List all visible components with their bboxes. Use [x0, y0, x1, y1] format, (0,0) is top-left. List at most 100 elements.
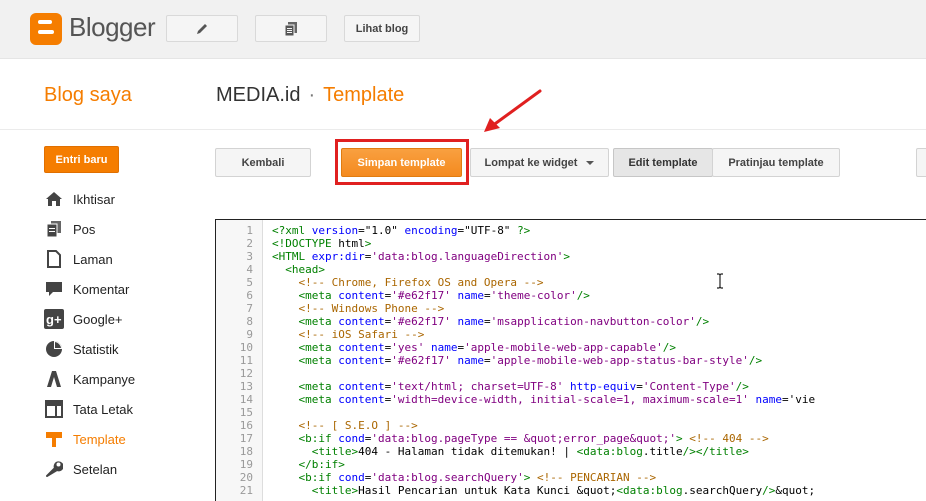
page-title: Template [323, 84, 405, 106]
sidebar-item-label: Ikhtisar [73, 191, 115, 207]
campaign-icon [44, 369, 64, 389]
code-text: <!-- [ S.E.O ] --> [298, 419, 418, 432]
line-number: 15 [239, 406, 253, 419]
code-line[interactable]: 21 <title>Hasil Pencarian untuk Kata Kun… [216, 484, 916, 497]
code-line[interactable]: 11 <meta content='#e62f17' name='apple-m… [216, 354, 916, 367]
code-editor[interactable]: 1 <?xml version="1.0" encoding="UTF-8" ?>… [215, 219, 926, 501]
jump-to-widget-label: Lompat ke widget [484, 156, 578, 169]
code-text: <meta content='#e62f17' name='apple-mobi… [298, 354, 763, 367]
code-line[interactable]: 12 [216, 367, 916, 380]
code-text: <meta content='yes' name='apple-mobile-w… [298, 341, 677, 354]
breadcrumb-separator: · [308, 84, 316, 106]
code-line[interactable]: 9 <!-- iOS Safari --> [216, 328, 916, 341]
code-text: <meta content='text/html; charset=UTF-8'… [298, 380, 749, 393]
posts-icon [284, 21, 297, 36]
google-plus-icon: g+ [44, 309, 64, 329]
code-line[interactable]: 18 <title>404 - Halaman tidak ditemukan!… [216, 445, 916, 458]
toolbar-button-offscreen[interactable] [916, 148, 926, 177]
code-line[interactable]: 13 <meta content='text/html; charset=UTF… [216, 380, 916, 393]
sidebar-item-settings[interactable]: Setelan [44, 458, 194, 480]
code-line[interactable]: 10 <meta content='yes' name='apple-mobil… [216, 341, 916, 354]
code-line[interactable]: 19 </b:if> [216, 458, 916, 471]
sidebar-item-pages[interactable]: Laman [44, 248, 194, 270]
line-number: 21 [239, 484, 253, 497]
chevron-down-icon [586, 160, 595, 165]
sidebar-item-template[interactable]: Template [44, 428, 194, 450]
template-icon [44, 429, 64, 449]
code-text: <head> [285, 263, 325, 276]
sidebar-item-label: Tata Letak [73, 401, 133, 417]
svg-text:g+: g+ [46, 312, 62, 327]
preview-template-button[interactable]: Pratinjau template [712, 148, 840, 177]
sidebar-item-label: Google+ [73, 311, 123, 327]
code-text: <title>404 - Halaman tidak ditemukan! | … [311, 445, 749, 458]
code-text: <title>Hasil Pencarian untuk Kata Kunci … [311, 484, 816, 497]
code-line[interactable]: 6 <meta content='#e62f17' name='theme-co… [216, 289, 916, 302]
code-line[interactable]: 16 <!-- [ S.E.O ] --> [216, 419, 916, 432]
line-number: 19 [239, 458, 253, 471]
line-number: 16 [239, 419, 253, 432]
annotation-arrow-icon [484, 89, 542, 132]
new-post-button[interactable]: Entri baru [44, 146, 119, 173]
view-blog-button[interactable]: Lihat blog [344, 15, 420, 42]
save-highlight-box [335, 139, 469, 185]
sidebar-item-label: Komentar [73, 281, 130, 297]
sidebar-item-stats[interactable]: Statistik [44, 338, 194, 360]
sidebar-item-label: Kampanye [73, 371, 136, 387]
jump-to-widget-dropdown[interactable]: Lompat ke widget [470, 148, 609, 177]
my-blogs-link[interactable]: Blog saya [44, 84, 132, 107]
posts-icon [44, 219, 64, 239]
sidebar-item-posts[interactable]: Pos [44, 218, 194, 240]
sidebar-item-google-plus[interactable]: g+ Google+ [44, 308, 194, 330]
code-line[interactable]: 20 <b:if cond='data:blog.searchQuery'> <… [216, 471, 916, 484]
sidebar-item-label: Pos [73, 221, 96, 237]
blogger-logo-icon[interactable] [30, 13, 62, 45]
posts-list-button[interactable] [255, 15, 327, 42]
edit-template-button[interactable]: Edit template [613, 148, 713, 177]
code-line[interactable]: 17 <b:if cond='data:blog.pageType == &qu… [216, 432, 916, 445]
code-line[interactable]: 3 <HTML expr:dir='data:blog.languageDirec… [216, 250, 916, 263]
code-line[interactable]: 8 <meta content='#e62f17' name='msapplic… [216, 315, 916, 328]
sidebar-item-campaigns[interactable]: Kampanye [44, 368, 194, 390]
sidebar-item-overview[interactable]: Ikhtisar [44, 188, 194, 210]
line-number: 18 [239, 445, 253, 458]
code-line[interactable]: 2 <!DOCTYPE html> [216, 237, 916, 250]
sidebar-item-label: Template [73, 431, 126, 447]
blog-name[interactable]: MEDIA.id [216, 84, 300, 106]
line-number: 3 [246, 250, 253, 263]
line-number: 1 [246, 224, 253, 237]
top-bar: Blogger Lihat blog [0, 0, 926, 59]
new-post-pencil-button[interactable] [166, 15, 238, 42]
sidebar-item-comments[interactable]: Komentar [44, 278, 194, 300]
code-text: <HTML expr:dir='data:blog.languageDirect… [272, 250, 571, 263]
app-name[interactable]: Blogger [69, 12, 156, 43]
wrench-icon [44, 459, 64, 479]
code-line[interactable]: 14 <meta content='width=device-width, in… [216, 393, 916, 406]
sidebar-item-label: Laman [73, 251, 113, 267]
code-text: <?xml version="1.0" encoding="UTF-8" ?> [272, 224, 531, 237]
code-line[interactable]: 7 <!-- Windows Phone --> [216, 302, 916, 315]
code-line[interactable]: 5 <!-- Chrome, Firefox OS and Opera --> [216, 276, 916, 289]
sidebar-item-label: Statistik [73, 341, 119, 357]
code-text: <!-- Windows Phone --> [298, 302, 445, 315]
line-number: 14 [239, 393, 253, 406]
sidebar-item-label: Setelan [73, 461, 118, 477]
code-text: <!-- Chrome, Firefox OS and Opera --> [298, 276, 544, 289]
code-text: <meta content='#e62f17' name='theme-colo… [298, 289, 590, 302]
code-line[interactable]: 1 <?xml version="1.0" encoding="UTF-8" ?> [216, 224, 916, 237]
sidebar-item-layout[interactable]: Tata Letak [44, 398, 194, 420]
code-line[interactable]: 4 <head> [216, 263, 916, 276]
sub-header [0, 59, 926, 130]
line-number: 13 [239, 380, 253, 393]
line-number: 6 [246, 289, 253, 302]
code-text: <meta content='#e62f17' name='msapplicat… [298, 315, 710, 328]
line-number: 4 [246, 263, 253, 276]
code-text: <b:if cond='data:blog.searchQuery'> <!--… [298, 471, 657, 484]
code-line[interactable]: 15 [216, 406, 916, 419]
code-text: <!DOCTYPE html> [272, 237, 372, 250]
line-number: 5 [246, 276, 253, 289]
pencil-icon [197, 23, 207, 34]
back-button[interactable]: Kembali [215, 148, 311, 177]
page-icon [44, 249, 64, 269]
line-number: 11 [239, 354, 253, 367]
